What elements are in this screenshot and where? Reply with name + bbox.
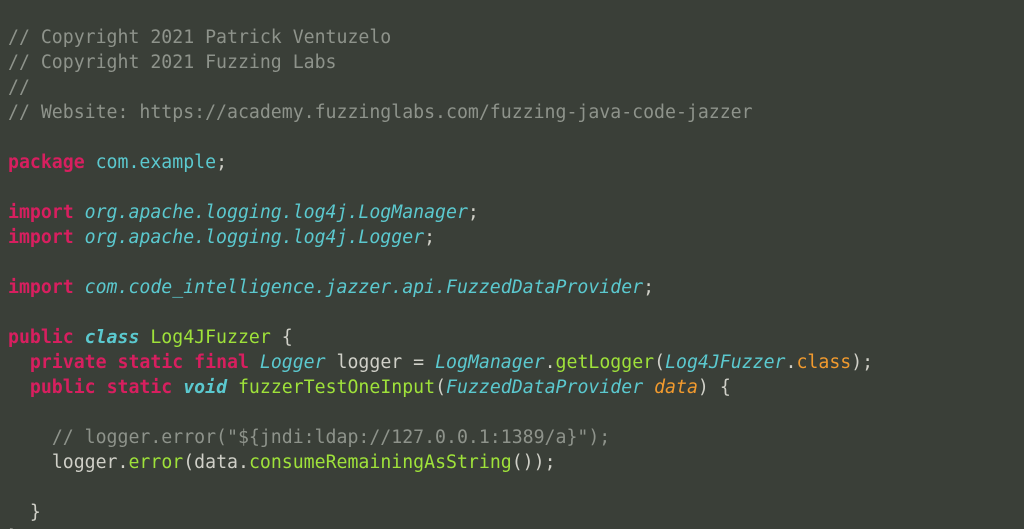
indent [8, 427, 52, 448]
space [74, 327, 85, 348]
dot: . [545, 352, 556, 373]
method-fuzzer: fuzzerTestOneInput [238, 377, 435, 398]
package-name: com.example [96, 152, 216, 173]
open-paren: ( [435, 377, 446, 398]
comment-line: // [8, 77, 30, 98]
import-path: org.apache.logging.log4j.Logger [85, 227, 424, 248]
keyword-import: import [8, 227, 74, 248]
dot: . [118, 452, 129, 473]
indent [8, 377, 30, 398]
keyword-static: static [107, 377, 173, 398]
commented-code: // logger.error("${jndi:ldap://127.0.0.1… [52, 427, 610, 448]
param-data: data [654, 377, 698, 398]
ref-logger: logger [52, 452, 118, 473]
semicolon: ; [862, 352, 873, 373]
space [183, 352, 194, 373]
type-logmanager: LogManager [435, 352, 545, 373]
open-paren: ( [183, 452, 194, 473]
space [74, 202, 85, 223]
semicolon: ; [545, 452, 556, 473]
space [74, 227, 85, 248]
keyword-import: import [8, 277, 74, 298]
space [139, 327, 150, 348]
class-name: Log4JFuzzer [150, 327, 270, 348]
method-error: error [128, 452, 183, 473]
method-getlogger: getLogger [556, 352, 655, 373]
import-path: org.apache.logging.log4j.LogManager [85, 202, 468, 223]
type-logger: Logger [260, 352, 326, 373]
close-paren: ) [851, 352, 862, 373]
space [643, 377, 654, 398]
type-ref: Log4JFuzzer [665, 352, 785, 373]
var-logger: logger [337, 352, 403, 373]
comment-line: // Copyright 2021 Fuzzing Labs [8, 52, 337, 73]
import-path: com.code_intelligence.jazzer.api.FuzzedD… [85, 277, 643, 298]
close-brace: } [30, 502, 41, 523]
space [326, 352, 337, 373]
keyword-void: void [183, 377, 227, 398]
space [227, 377, 238, 398]
open-brace: { [709, 377, 731, 398]
keyword-public: public [30, 377, 96, 398]
indent [8, 502, 30, 523]
code-editor[interactable]: // Copyright 2021 Patrick Ventuzelo // C… [0, 0, 1024, 529]
open-paren: ( [654, 352, 665, 373]
close-paren: ) [534, 452, 545, 473]
space [85, 152, 96, 173]
comment-line: // Website: https://academy.fuzzinglabs.… [8, 102, 753, 123]
type-fdp: FuzzedDataProvider [446, 377, 643, 398]
keyword-package: package [8, 152, 85, 173]
semicolon: ; [216, 152, 227, 173]
keyword-final: final [194, 352, 249, 373]
keyword-import: import [8, 202, 74, 223]
ref-data: data [194, 452, 238, 473]
indent [8, 352, 30, 373]
empty-args: () [512, 452, 534, 473]
equals: = [402, 352, 435, 373]
semicolon: ; [424, 227, 435, 248]
space [249, 352, 260, 373]
dot: . [786, 352, 797, 373]
semicolon: ; [468, 202, 479, 223]
keyword-static: static [118, 352, 184, 373]
space [107, 352, 118, 373]
dot: . [238, 452, 249, 473]
semicolon: ; [643, 277, 654, 298]
close-paren: ) [698, 377, 709, 398]
open-brace: { [271, 327, 293, 348]
keyword-public: public [8, 327, 74, 348]
comment-line: // Copyright 2021 Patrick Ventuzelo [8, 27, 391, 48]
keyword-private: private [30, 352, 107, 373]
space [74, 277, 85, 298]
method-consume: consumeRemainingAsString [249, 452, 512, 473]
indent [8, 452, 52, 473]
space [96, 377, 107, 398]
space [172, 377, 183, 398]
keyword-class: class [85, 327, 140, 348]
class-keyword: class [796, 352, 851, 373]
